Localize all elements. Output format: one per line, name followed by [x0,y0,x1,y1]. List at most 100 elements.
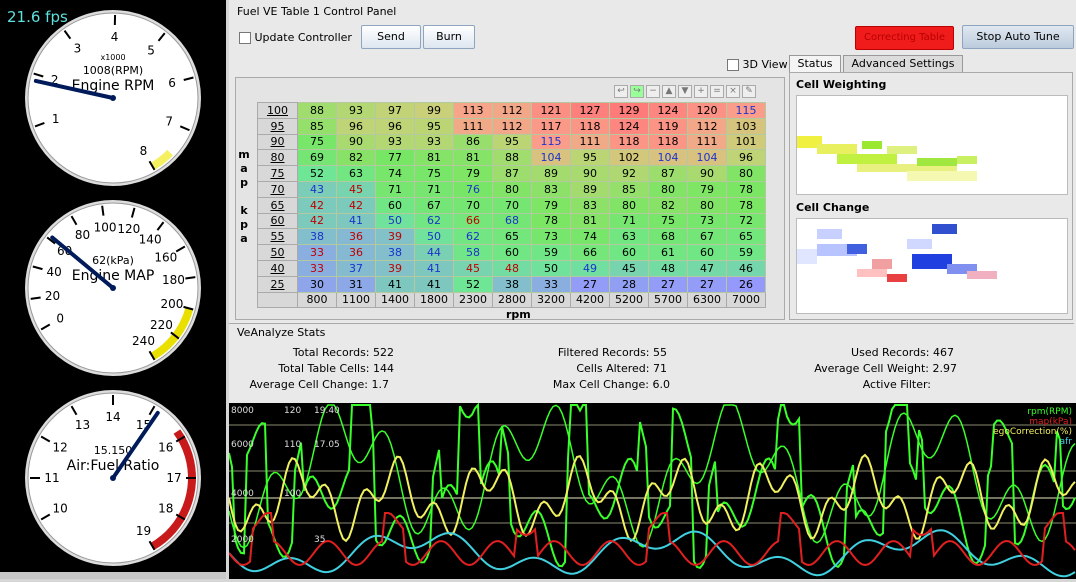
equal-icon[interactable]: = [710,85,724,98]
ve-cell[interactable]: 60 [688,245,727,261]
ve-cell[interactable]: 67 [688,229,727,245]
ve-cell[interactable]: 119 [649,118,688,134]
ve-cell[interactable]: 112 [493,103,532,119]
ve-cell[interactable]: 83 [532,181,571,197]
ve-cell[interactable]: 46 [727,260,766,276]
ve-cell[interactable]: 49 [571,260,610,276]
ve-cell[interactable]: 79 [688,181,727,197]
rpm-axis-cell[interactable]: 3200 [532,292,571,308]
ve-cell[interactable]: 80 [727,166,766,182]
ve-cell[interactable]: 66 [454,213,493,229]
ve-cell[interactable]: 41 [415,260,454,276]
ve-cell[interactable]: 48 [649,260,688,276]
ve-cell[interactable]: 96 [376,118,415,134]
ve-cell[interactable]: 63 [610,229,649,245]
ve-cell[interactable]: 68 [649,229,688,245]
ve-cell[interactable]: 37 [337,260,376,276]
ve-cell[interactable]: 81 [571,213,610,229]
ve-cell[interactable]: 80 [610,197,649,213]
ve-cell[interactable]: 96 [337,118,376,134]
ve-cell[interactable]: 90 [571,166,610,182]
rpm-axis-cell[interactable]: 5700 [649,292,688,308]
ve-cell[interactable]: 70 [454,197,493,213]
ve-cell[interactable]: 129 [610,103,649,119]
ve-cell[interactable]: 80 [649,181,688,197]
map-axis-cell[interactable]: 65 [258,197,298,213]
ve-cell[interactable]: 89 [532,166,571,182]
map-axis-cell[interactable]: 80 [258,150,298,166]
checkbox-box[interactable] [727,59,739,71]
ve-cell[interactable]: 78 [727,197,766,213]
ve-cell[interactable]: 65 [493,229,532,245]
ve-cell[interactable]: 78 [727,181,766,197]
rpm-axis-cell[interactable]: 6300 [688,292,727,308]
map-axis-cell[interactable]: 25 [258,276,298,292]
ve-cell[interactable]: 112 [493,118,532,134]
ve-cell[interactable]: 89 [571,181,610,197]
ve-cell[interactable]: 27 [688,276,727,292]
ve-cell[interactable]: 60 [610,245,649,261]
plus-icon[interactable]: + [694,85,708,98]
ve-cell[interactable]: 117 [532,118,571,134]
ve-cell[interactable]: 71 [415,181,454,197]
gauge-tabs[interactable] [0,572,226,579]
ve-cell[interactable]: 111 [688,134,727,150]
ve-cell[interactable]: 36 [337,245,376,261]
ve-cell[interactable]: 80 [493,181,532,197]
ve-cell[interactable]: 44 [415,245,454,261]
ve-cell[interactable]: 36 [337,229,376,245]
ve-cell[interactable]: 27 [649,276,688,292]
ve-cell[interactable]: 59 [532,245,571,261]
ve-cell[interactable]: 63 [337,166,376,182]
ve-cell[interactable]: 104 [688,150,727,166]
ve-cell[interactable]: 58 [454,245,493,261]
ve-cell[interactable]: 62 [415,213,454,229]
down-icon[interactable]: ▼ [678,85,692,98]
ve-cell[interactable]: 112 [688,118,727,134]
ve-cell[interactable]: 45 [610,260,649,276]
ve-cell[interactable]: 101 [727,134,766,150]
redo-icon[interactable]: ↪ [630,85,644,98]
ve-cell[interactable]: 45 [454,260,493,276]
checkbox-box[interactable] [239,32,251,44]
ve-cell[interactable]: 95 [415,118,454,134]
ve-cell[interactable]: 95 [493,134,532,150]
ve-cell[interactable]: 38 [298,229,337,245]
map-axis-cell[interactable]: 75 [258,166,298,182]
tab-status[interactable]: Status [789,55,841,73]
ve-cell[interactable]: 39 [376,260,415,276]
ve-cell[interactable]: 50 [415,229,454,245]
ve-cell[interactable]: 115 [727,103,766,119]
ve-cell[interactable]: 76 [454,181,493,197]
ve-cell[interactable]: 86 [454,134,493,150]
rpm-axis-cell[interactable]: 1800 [415,292,454,308]
ve-cell[interactable]: 81 [454,150,493,166]
ve-cell[interactable]: 124 [649,103,688,119]
ve-cell[interactable]: 81 [415,150,454,166]
ve-cell[interactable]: 38 [376,245,415,261]
ve-cell[interactable]: 50 [532,260,571,276]
ve-cell[interactable]: 103 [727,118,766,134]
ve-cell[interactable]: 39 [376,229,415,245]
ve-cell[interactable]: 52 [454,276,493,292]
ve-cell[interactable]: 30 [298,276,337,292]
ve-cell[interactable]: 52 [298,166,337,182]
ve-cell[interactable]: 67 [415,197,454,213]
ve-cell[interactable]: 75 [298,134,337,150]
ve-cell[interactable]: 111 [454,118,493,134]
ve-cell[interactable]: 71 [610,213,649,229]
ve-cell[interactable]: 72 [727,213,766,229]
edit-icon[interactable]: ✎ [742,85,756,98]
ve-cell[interactable]: 50 [376,213,415,229]
ve-cell[interactable]: 42 [337,197,376,213]
ve-cell[interactable]: 113 [454,103,493,119]
ve-cell[interactable]: 60 [493,245,532,261]
ve-cell[interactable]: 42 [298,197,337,213]
tab-advanced-settings[interactable]: Advanced Settings [843,55,963,73]
map-axis-cell[interactable]: 90 [258,134,298,150]
undo-icon[interactable]: ↩ [614,85,628,98]
map-axis-cell[interactable]: 55 [258,229,298,245]
ve-cell[interactable]: 120 [688,103,727,119]
ve-cell[interactable]: 78 [532,213,571,229]
ve-cell[interactable]: 96 [727,150,766,166]
